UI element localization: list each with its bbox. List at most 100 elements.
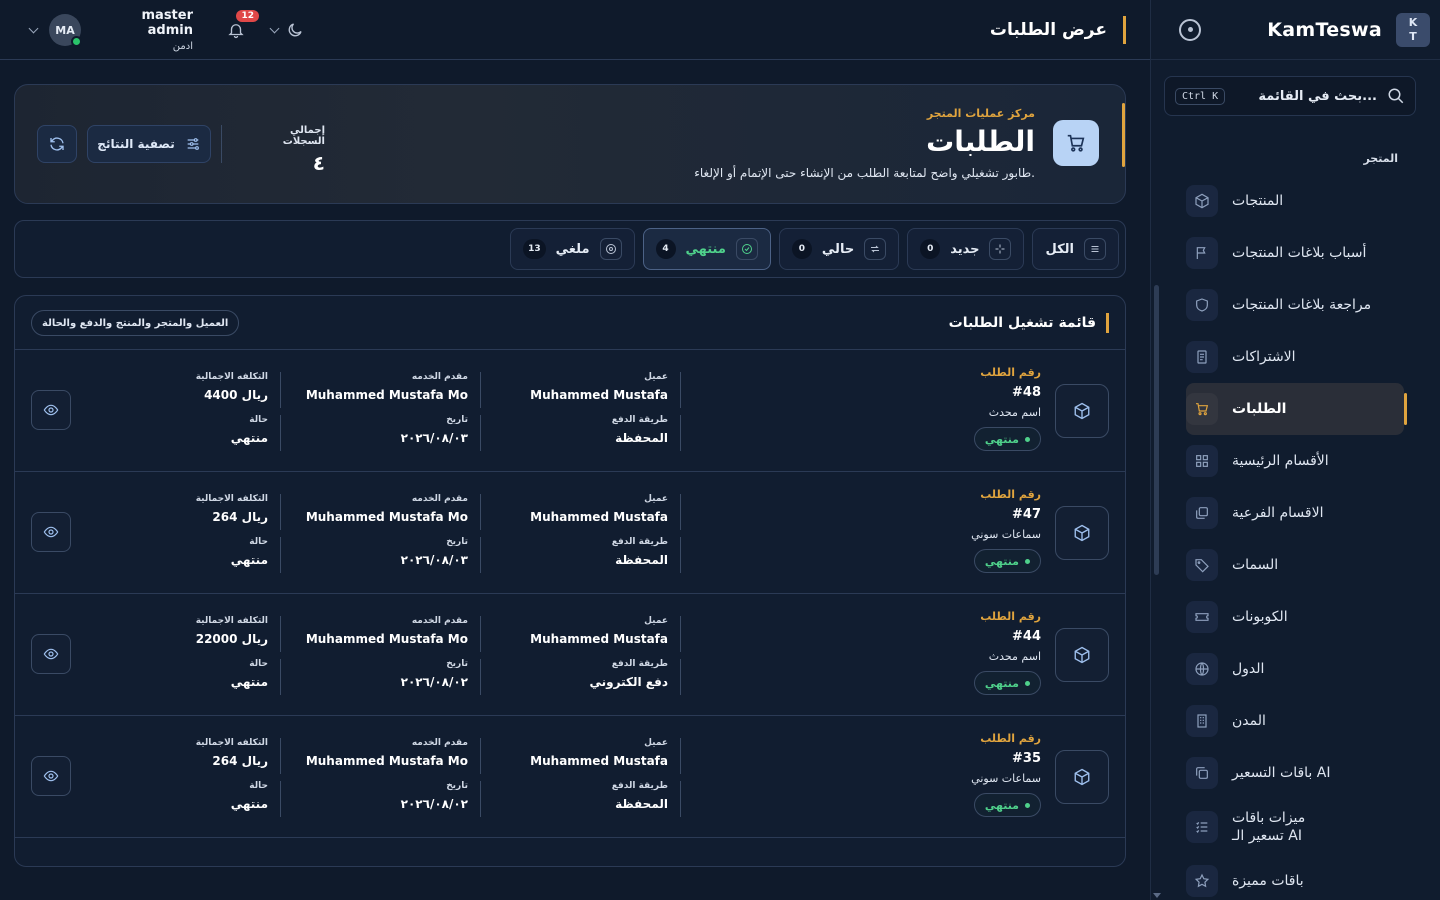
view-order-button[interactable]	[31, 390, 71, 430]
sidebar-item-products[interactable]: المنتجات	[1186, 175, 1404, 227]
tab-completed[interactable]: منتهي 4	[642, 228, 771, 270]
sidebar-item-countries[interactable]: الدول	[1186, 643, 1404, 695]
sidebar-item-cities[interactable]: المدن	[1186, 695, 1404, 747]
user-name: master admin	[141, 8, 194, 38]
field-value: دفع الكتروني	[589, 675, 668, 689]
page-title: عرض الطلبات	[990, 16, 1126, 44]
sidebar-item-report-reasons[interactable]: أسباب بلاغات المنتجات	[1186, 227, 1404, 279]
sidebar-item-label: المنتجات	[1232, 193, 1284, 209]
theme-toggle[interactable]	[269, 21, 304, 39]
filter-label: تصفية النتائج	[97, 137, 175, 151]
tab-all[interactable]: الكل	[1032, 228, 1119, 270]
table-row[interactable]: رقم الطلب #35 سماعات سوني منتهي عميل Muh…	[15, 716, 1125, 838]
sidebar-item-ai-pricing-plans[interactable]: باقات التسعير AI	[1186, 747, 1404, 799]
client-field: عميل Muhammed Mustafa	[491, 738, 681, 774]
order-product: سماعات سوني	[971, 528, 1041, 541]
status-badge-label: منتهي	[984, 554, 1019, 568]
table-row[interactable]: رقم الطلب #48 اسم محدث منتهي عميل Muhamm…	[15, 350, 1125, 472]
view-order-button[interactable]	[31, 756, 71, 796]
field-label: التكلفه الاجمالية	[195, 494, 268, 504]
search-shortcut: Ctrl K	[1175, 87, 1226, 105]
field-value: 264 ريال	[212, 510, 268, 524]
sidebar-collapse-icon[interactable]	[1179, 18, 1201, 41]
sidebar-item-featured-plans[interactable]: باقات مميزة	[1186, 855, 1404, 900]
sidebar-item-label: الدول	[1232, 661, 1265, 677]
sidebar-item-ai-plan-features[interactable]: ميزات باقات تسعير الـ AI	[1186, 799, 1404, 855]
orders-list-title: قائمة تشغيل الطلبات	[949, 313, 1109, 333]
field-value: 264 ريال	[212, 754, 268, 768]
tab-label: الكل	[1045, 241, 1074, 257]
sidebar-nav: المنتجات أسباب بلاغات المنتجات مراجعة بل…	[1186, 175, 1407, 900]
field-label: طريقة الدفع	[611, 415, 668, 425]
brand-name: KamTeswa	[1267, 18, 1382, 41]
provider-field: مقدم الخدمه Muhammed Mustafa Mo	[291, 494, 481, 530]
tab-label: منتهي	[685, 241, 726, 257]
hero-card: مركز عمليات المتجر الطلبات طابور تشغيلي …	[14, 84, 1126, 204]
tab-current[interactable]: حالي 0	[778, 228, 900, 270]
top-bar-actions: MA master admin ادمن 12	[28, 8, 304, 52]
user-menu-chevron-icon[interactable]	[28, 23, 39, 33]
total-field: التكلفه الاجمالية 4400 ريال	[141, 372, 281, 408]
checklist-icon	[1186, 811, 1218, 843]
order-product: سماعات سوني	[971, 772, 1041, 785]
sidebar-item-sub-categories[interactable]: الاقسام الفرعية	[1186, 487, 1404, 539]
sidebar-item-attributes[interactable]: السمات	[1186, 539, 1404, 591]
date-field: تاريخ ٢٠٢٦/٠٨/٠٢	[291, 781, 481, 817]
theme-chevron-icon	[269, 23, 280, 33]
field-value: منتهي	[230, 675, 268, 689]
date-field: تاريخ ٢٠٢٦/٠٨/٠٢	[291, 659, 481, 695]
client-field: عميل Muhammed Mustafa	[491, 494, 681, 530]
view-order-button[interactable]	[31, 634, 71, 674]
notifications-button[interactable]: 12	[225, 10, 259, 41]
order-summary: رقم الطلب #47 سماعات سوني منتهي	[921, 488, 1041, 573]
sidebar-scrollbar[interactable]	[1154, 285, 1159, 575]
refresh-button[interactable]	[37, 125, 77, 163]
eye-icon	[43, 646, 59, 662]
sidebar-item-label: أسباب بلاغات المنتجات	[1232, 245, 1367, 261]
total-field: التكلفه الاجمالية 22000 ريال	[141, 616, 281, 652]
search-placeholder: بحث في القائمة...	[1258, 88, 1377, 104]
online-status-icon	[71, 36, 82, 47]
tab-new[interactable]: جديد 0	[907, 228, 1025, 270]
notifications-badge: 12	[236, 10, 259, 22]
view-order-button[interactable]	[31, 512, 71, 552]
tab-cancelled[interactable]: ملغي 13	[510, 228, 635, 270]
field-label: حالة	[249, 659, 268, 669]
sidebar-item-orders[interactable]: الطلبات	[1186, 383, 1407, 435]
status-dot-icon	[1025, 558, 1030, 564]
sidebar-item-label: المدن	[1232, 713, 1266, 729]
sidebar-item-label: الاشتراكات	[1232, 349, 1296, 365]
field-label: مقدم الخدمه	[411, 616, 468, 626]
table-row[interactable]: رقم الطلب #44 اسم محدث منتهي عميل Muhamm…	[15, 594, 1125, 716]
payment-field: طريقة الدفع دفع الكتروني	[491, 659, 681, 695]
sidebar-item-subscriptions[interactable]: الاشتراكات	[1186, 331, 1404, 383]
field-label: التكلفه الاجمالية	[195, 616, 268, 626]
sidebar-item-report-review[interactable]: مراجعة بلاغات المنتجات	[1186, 279, 1404, 331]
sidebar-item-main-categories[interactable]: الأقسام الرئيسية	[1186, 435, 1404, 487]
avatar-initials: MA	[55, 23, 75, 37]
avatar[interactable]: MA	[49, 14, 82, 47]
scroll-down-icon[interactable]	[1153, 893, 1161, 898]
brand-logo[interactable]: KamTeswa K T	[1267, 12, 1430, 47]
shield-icon	[1186, 289, 1218, 321]
provider-field: مقدم الخدمه Muhammed Mustafa Mo	[291, 372, 481, 408]
sidebar-item-label: باقات التسعير AI	[1232, 765, 1331, 781]
table-row[interactable]: رقم الطلب #47 سماعات سوني منتهي عميل Muh…	[15, 472, 1125, 594]
order-number-label: رقم الطلب	[980, 732, 1041, 745]
status-dot-icon	[1025, 436, 1030, 442]
search-input[interactable]: Ctrl K بحث في القائمة...	[1164, 76, 1416, 116]
orders-list-chip: العميل والمتجر والمنتج والدفع والحالة	[31, 310, 240, 336]
status-field: حالة منتهي	[141, 659, 281, 695]
field-label: تاريخ	[446, 781, 468, 791]
globe-icon	[1186, 653, 1218, 685]
order-number-label: رقم الطلب	[980, 366, 1041, 379]
sidebar-item-coupons[interactable]: الكوبونات	[1186, 591, 1404, 643]
payment-field: طريقة الدفع المحفظة	[491, 415, 681, 451]
user-info[interactable]: master admin ادمن	[93, 8, 194, 52]
field-label: مقدم الخدمه	[411, 494, 468, 504]
field-label: تاريخ	[446, 537, 468, 547]
field-label: حالة	[249, 415, 268, 425]
divider	[221, 125, 222, 163]
status-field: حالة منتهي	[141, 781, 281, 817]
filter-results-button[interactable]: تصفية النتائج	[87, 125, 211, 163]
